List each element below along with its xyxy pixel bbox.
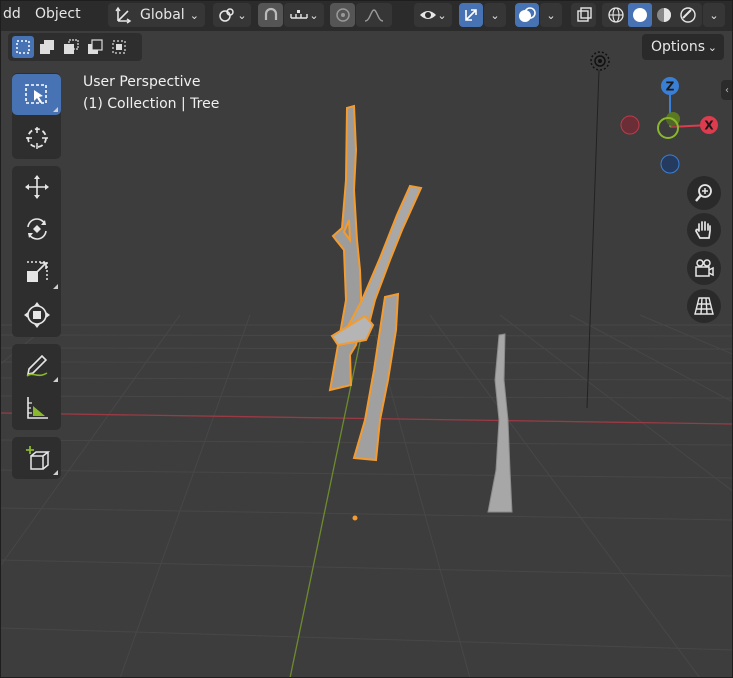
chevron-left-icon: ‹ bbox=[725, 84, 729, 96]
rotate-icon bbox=[26, 217, 47, 240]
overlays-dropdown[interactable]: ⌄ bbox=[540, 3, 562, 27]
select-extend-icon bbox=[40, 40, 54, 54]
transform-icon bbox=[23, 301, 50, 328]
falloff-dropdown[interactable] bbox=[356, 3, 392, 27]
cursor-tool[interactable] bbox=[12, 117, 61, 158]
hand-icon bbox=[695, 221, 711, 239]
toolbar-group-transform bbox=[12, 166, 61, 337]
viewport-collection-label: (1) Collection | Tree bbox=[83, 96, 220, 112]
material-icon bbox=[657, 8, 671, 22]
chevron-down-icon: ⌄ bbox=[707, 40, 717, 54]
add-cube-tool[interactable] bbox=[12, 437, 61, 478]
snap-toggle[interactable] bbox=[258, 3, 283, 27]
camera-icon bbox=[695, 259, 714, 277]
rotate-tool[interactable] bbox=[12, 208, 61, 249]
toolbar-group-add bbox=[12, 437, 61, 479]
select-subtract-button[interactable] bbox=[60, 36, 82, 58]
orientation-icon bbox=[115, 6, 132, 24]
origin-dot bbox=[352, 515, 358, 521]
cursor-icon bbox=[25, 126, 48, 149]
annotate-tool[interactable] bbox=[12, 344, 61, 385]
magnet-icon bbox=[264, 7, 277, 20]
viewport-header: dd Object Global ⌄ ⌄ ⌄ ⌄ ⌄ ⌄ ⌄ bbox=[0, 0, 733, 31]
scale-icon bbox=[26, 260, 48, 282]
pivot-icon bbox=[219, 8, 235, 22]
camera-view-button[interactable] bbox=[687, 251, 721, 285]
gizmo-z-label: Z bbox=[666, 80, 675, 94]
select-new-button[interactable] bbox=[12, 36, 34, 58]
orientation-dropdown[interactable]: Global ⌄ bbox=[108, 3, 205, 27]
toolbar-group-select bbox=[12, 73, 61, 159]
chevron-down-icon: ⌄ bbox=[309, 8, 319, 22]
chevron-down-icon: ⌄ bbox=[490, 8, 500, 22]
rendered-icon bbox=[680, 7, 696, 23]
pivot-dropdown[interactable]: ⌄ bbox=[213, 3, 251, 27]
solid-icon bbox=[633, 8, 647, 22]
move-icon bbox=[24, 174, 49, 199]
material-shading-button[interactable] bbox=[652, 3, 676, 27]
toolbar-group-annotate bbox=[12, 344, 61, 430]
grid-icon bbox=[694, 297, 714, 315]
chevron-down-icon: ⌄ bbox=[237, 8, 247, 22]
move-tool[interactable] bbox=[12, 166, 61, 207]
wireframe-icon bbox=[608, 7, 624, 23]
pan-button[interactable] bbox=[687, 213, 721, 247]
chevron-down-icon: ⌄ bbox=[709, 8, 719, 22]
scale-tool[interactable] bbox=[12, 251, 61, 292]
solid-shading-button[interactable] bbox=[628, 3, 652, 27]
visibility-dropdown[interactable]: ⌄ bbox=[414, 3, 452, 27]
overlays-toggle[interactable] bbox=[515, 3, 539, 27]
options-label: Options bbox=[651, 39, 706, 55]
select-new-icon bbox=[16, 40, 30, 54]
snap-dropdown[interactable]: ⌄ bbox=[284, 3, 324, 27]
gizmo-dropdown[interactable]: ⌄ bbox=[484, 3, 506, 27]
navigation-gizmo[interactable]: Z X bbox=[612, 72, 732, 182]
select-subtract-icon bbox=[64, 39, 79, 54]
select-box-tool[interactable] bbox=[12, 74, 61, 115]
shading-group bbox=[602, 3, 702, 27]
measure-icon bbox=[26, 396, 48, 419]
select-invert-icon bbox=[88, 39, 103, 54]
eye-icon bbox=[420, 11, 437, 19]
chevron-down-icon: ⌄ bbox=[437, 8, 447, 22]
sidebar-toggle[interactable]: ‹ bbox=[721, 80, 733, 100]
gizmo-neg-z[interactable] bbox=[660, 154, 680, 174]
perspective-toggle-button[interactable] bbox=[687, 289, 721, 323]
xray-icon bbox=[576, 7, 592, 22]
falloff-icon bbox=[364, 9, 384, 22]
select-extend-button[interactable] bbox=[36, 36, 58, 58]
annotate-icon bbox=[25, 354, 47, 377]
transform-tool[interactable] bbox=[12, 294, 61, 335]
menu-object[interactable]: Object bbox=[35, 6, 81, 22]
select-intersect-icon bbox=[112, 40, 126, 54]
select-box-icon bbox=[24, 83, 47, 104]
measure-tool[interactable] bbox=[12, 387, 61, 428]
add-cube-icon bbox=[25, 445, 50, 470]
viewport-perspective-label: User Perspective bbox=[83, 74, 201, 90]
rendered-shading-button[interactable] bbox=[676, 3, 700, 27]
proportional-icon bbox=[335, 8, 350, 22]
gizmo-toggle[interactable] bbox=[459, 3, 483, 27]
overlays-icon bbox=[519, 7, 536, 22]
chevron-down-icon: ⌄ bbox=[546, 8, 556, 22]
wireframe-shading-button[interactable] bbox=[604, 3, 628, 27]
proportional-edit-toggle[interactable] bbox=[330, 3, 355, 27]
zoom-button[interactable] bbox=[687, 176, 721, 210]
menu-add[interactable]: dd bbox=[3, 6, 21, 22]
select-invert-button[interactable] bbox=[84, 36, 106, 58]
gizmo-icon bbox=[465, 9, 477, 21]
select-intersect-button[interactable] bbox=[108, 36, 130, 58]
zoom-icon bbox=[695, 184, 712, 202]
selection-mode-strip bbox=[8, 33, 142, 61]
shading-dropdown[interactable]: ⌄ bbox=[703, 3, 725, 27]
snap-increment-icon bbox=[290, 10, 309, 19]
gizmo-neg-x[interactable] bbox=[620, 115, 640, 135]
gizmo-x-label: X bbox=[704, 119, 714, 133]
orientation-label: Global bbox=[140, 7, 185, 23]
gizmo-neg-y[interactable] bbox=[657, 117, 679, 139]
options-button[interactable]: Options ⌄ bbox=[642, 34, 724, 60]
xray-toggle[interactable] bbox=[571, 3, 596, 27]
chevron-down-icon: ⌄ bbox=[189, 8, 199, 22]
